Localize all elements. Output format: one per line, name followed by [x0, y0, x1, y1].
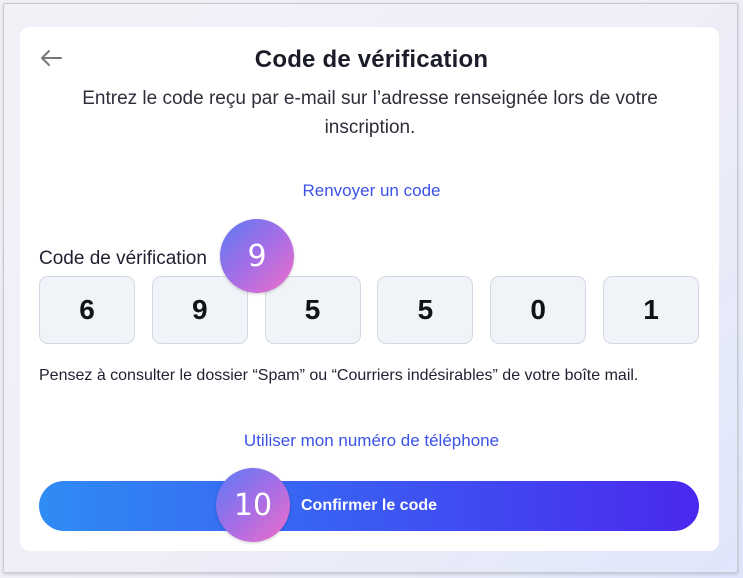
use-phone-link[interactable]: Utiliser mon numéro de téléphone	[0, 431, 743, 451]
spam-hint: Pensez à consulter le dossier “Spam” ou …	[39, 367, 639, 384]
step-marker-10: 10	[216, 468, 290, 542]
page-subtitle: Entrez le code reçu par e-mail sur l’adr…	[82, 88, 658, 138]
code-digit-input[interactable]: 0	[490, 276, 587, 344]
code-digit-input[interactable]: 1	[602, 276, 699, 344]
code-digit-input[interactable]: 5	[264, 276, 361, 344]
code-digit-input[interactable]: 9	[151, 276, 248, 344]
confirm-code-label: Confirmer le code	[300, 497, 438, 514]
confirm-code-button[interactable]: Confirmer le code	[39, 481, 699, 531]
code-input-group: 6 9 5 5 0 1	[39, 276, 699, 346]
step-marker-9: 9	[220, 219, 294, 293]
resend-code-link[interactable]: Renvoyer un code	[0, 181, 743, 201]
code-digit-input[interactable]: 6	[39, 276, 135, 344]
page-title: Code de vérification	[254, 46, 489, 73]
code-digit-input[interactable]: 5	[377, 276, 474, 344]
code-label: Code de vérification	[39, 248, 207, 269]
